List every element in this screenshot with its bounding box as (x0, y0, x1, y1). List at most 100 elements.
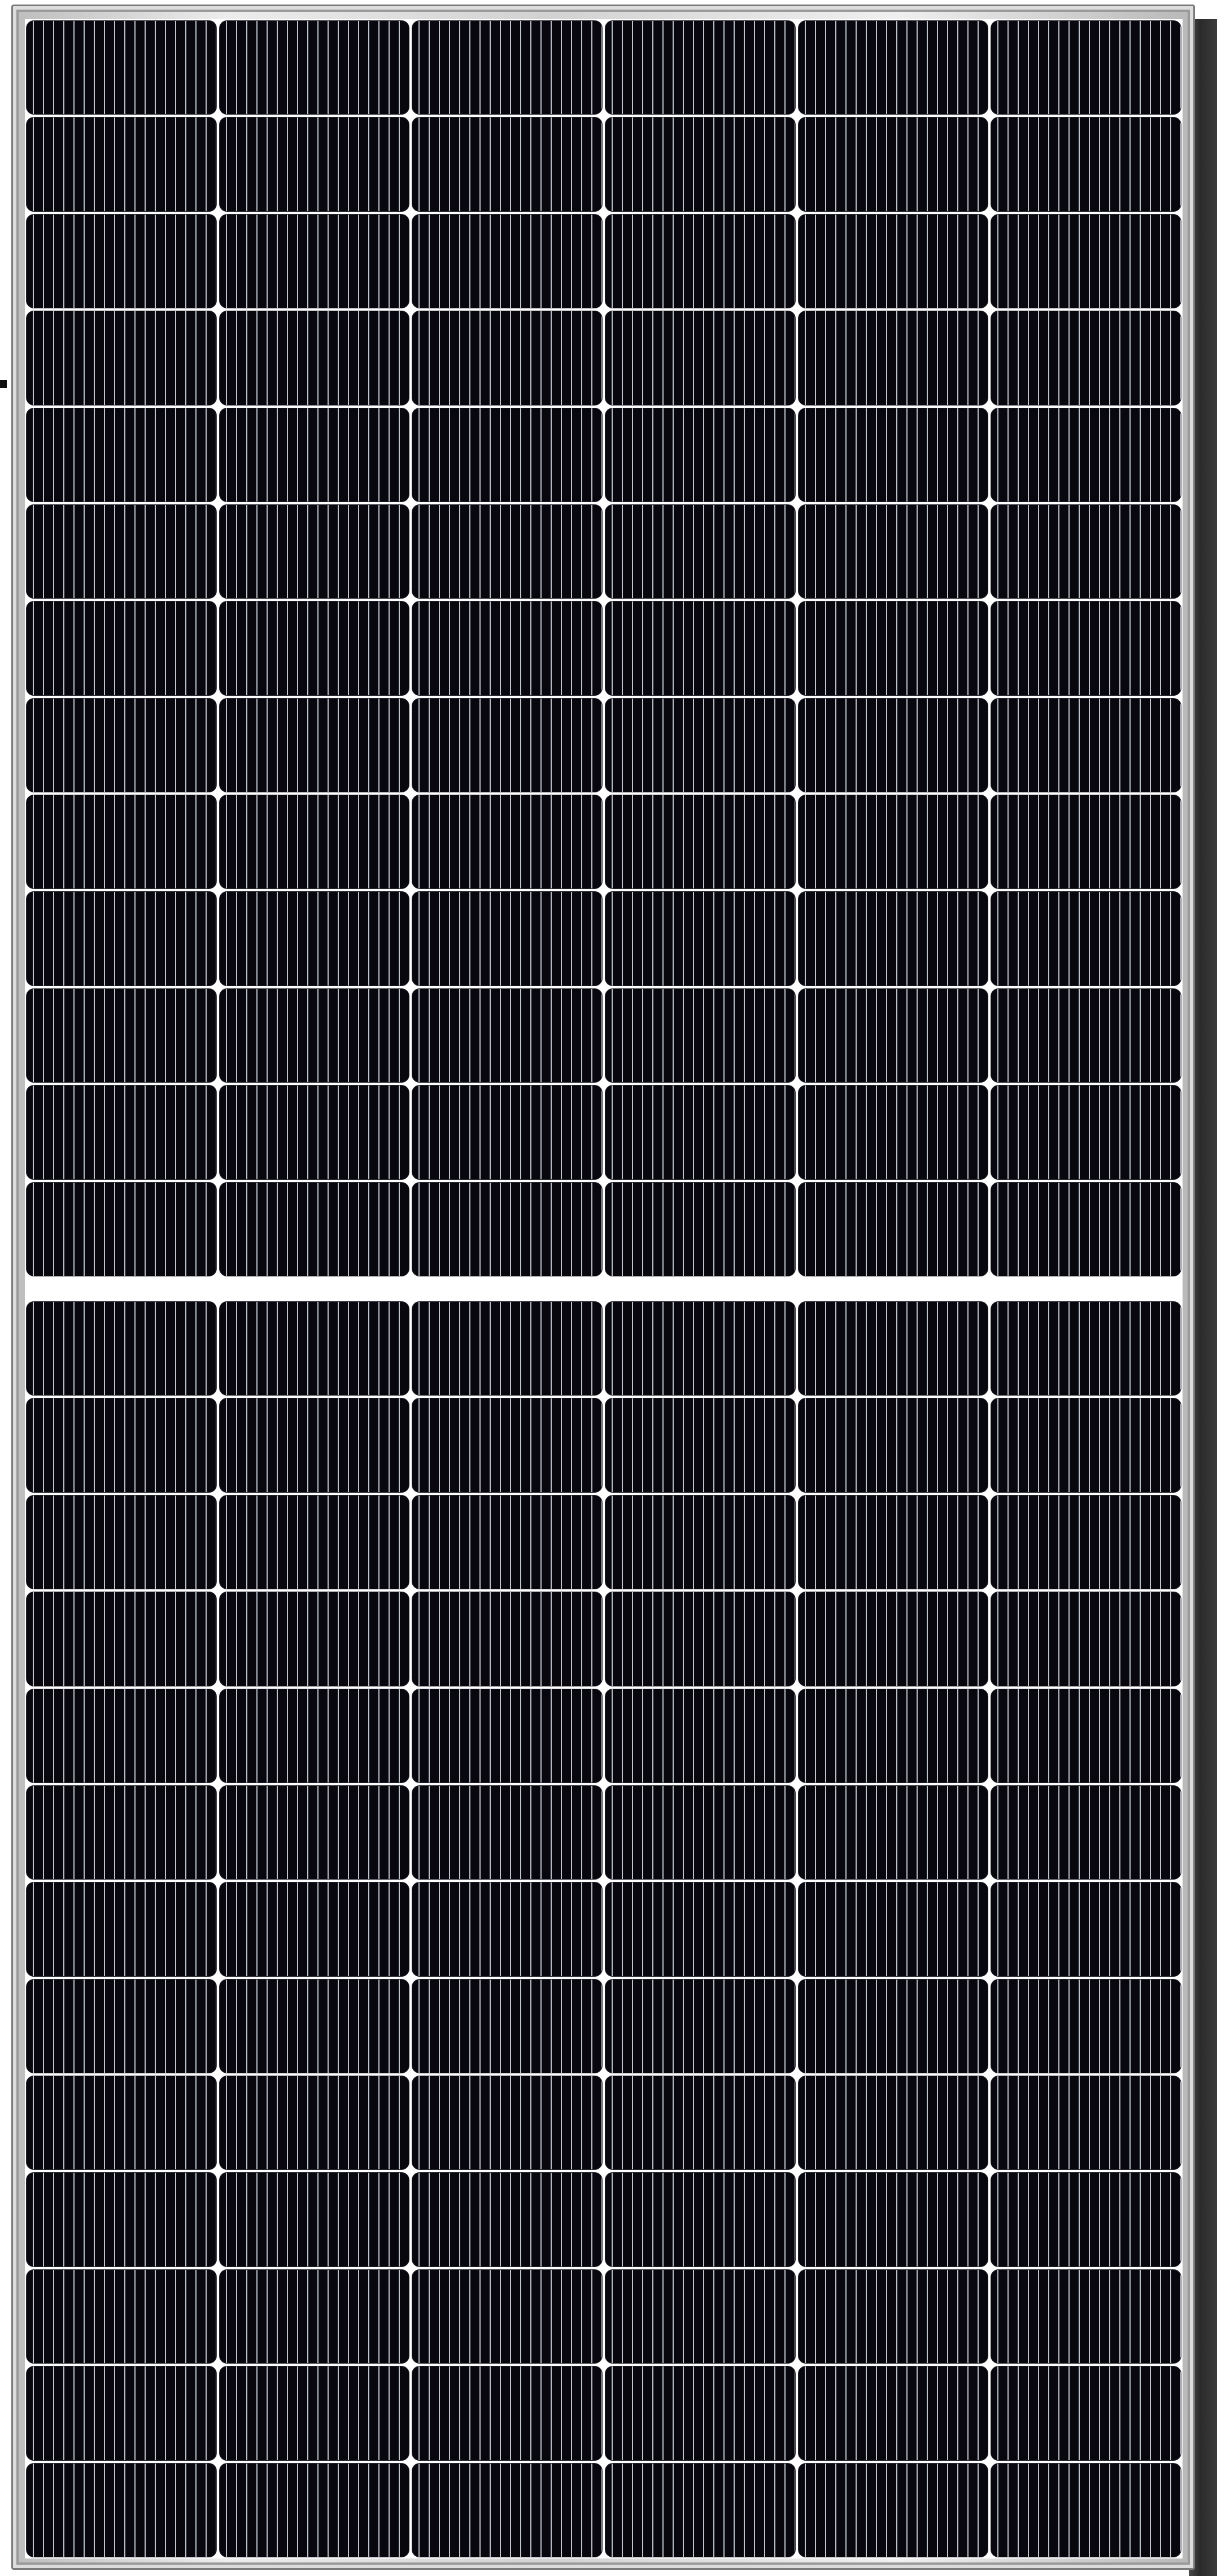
solar-cell (797, 2076, 989, 2170)
solar-cell (412, 1592, 603, 1686)
solar-cell (412, 1688, 603, 1783)
solar-cell (605, 1688, 796, 1783)
solar-cell (605, 117, 796, 212)
solar-cell (991, 1978, 1181, 2074)
solar-cell (991, 1688, 1181, 1783)
solar-cell (991, 1785, 1181, 1880)
solar-cell (26, 988, 217, 1083)
solar-cell (412, 1978, 603, 2074)
solar-cell (605, 2269, 796, 2364)
solar-cell (219, 1882, 410, 1977)
solar-cell (412, 1882, 603, 1977)
solar-panel-photo (0, 0, 1217, 2576)
solar-cell (797, 20, 989, 115)
solar-cell (26, 2172, 217, 2267)
solar-cell (797, 117, 989, 212)
solar-cell (26, 311, 217, 406)
solar-cell (219, 601, 410, 696)
solar-cell (412, 2076, 603, 2170)
solar-cell (797, 1398, 989, 1493)
solar-cell (26, 407, 217, 502)
solar-cell (219, 891, 410, 986)
solar-cell (219, 213, 410, 309)
solar-cell (219, 1398, 410, 1493)
solar-cell (991, 988, 1181, 1083)
solar-cell (797, 1085, 989, 1180)
solar-cell (797, 1978, 989, 2074)
solar-cell (605, 1301, 796, 1396)
solar-cell (26, 20, 217, 115)
solar-cell (991, 1182, 1181, 1276)
solar-cell (797, 504, 989, 599)
solar-cell (26, 1301, 217, 1396)
solar-cell (797, 891, 989, 986)
solar-cell (991, 1398, 1181, 1493)
solar-cell (219, 2172, 410, 2267)
solar-cell (991, 2366, 1181, 2461)
solar-cell (991, 504, 1181, 599)
solar-cell (991, 2172, 1181, 2267)
solar-cell (991, 407, 1181, 502)
solar-cell (219, 2462, 410, 2557)
solar-cell (991, 20, 1181, 115)
solar-cell (605, 601, 796, 696)
edge-mark (0, 380, 7, 388)
solar-cell (412, 698, 603, 793)
solar-cell (605, 2172, 796, 2267)
solar-cell (412, 407, 603, 502)
solar-cell (991, 1494, 1181, 1590)
solar-cell (605, 1182, 796, 1276)
solar-cell (219, 1301, 410, 1396)
solar-cell (412, 1398, 603, 1493)
solar-cell (605, 891, 796, 986)
solar-cell (991, 601, 1181, 696)
solar-cell (605, 988, 796, 1083)
solar-cell (219, 407, 410, 502)
solar-cell (991, 698, 1181, 793)
solar-cell (219, 1688, 410, 1783)
solar-cell (991, 795, 1181, 890)
solar-cell (219, 20, 410, 115)
solar-cell (412, 2462, 603, 2557)
solar-cell (991, 2269, 1181, 2364)
solar-cell (605, 1592, 796, 1686)
solar-cell (219, 1978, 410, 2074)
solar-cell (26, 1785, 217, 1880)
solar-cell (412, 2366, 603, 2461)
solar-cell (219, 1785, 410, 1880)
solar-cell (797, 1182, 989, 1276)
solar-cell (605, 2076, 796, 2170)
solar-cell (797, 311, 989, 406)
solar-cell (605, 20, 796, 115)
solar-cell (412, 504, 603, 599)
solar-cell (219, 988, 410, 1083)
solar-cell (26, 1592, 217, 1686)
solar-cell (605, 1398, 796, 1493)
solar-cell (797, 988, 989, 1083)
solar-cell (26, 1688, 217, 1783)
solar-cell (219, 1592, 410, 1686)
lower-half-cells (25, 1300, 1183, 2558)
solar-cell (26, 1494, 217, 1590)
solar-cell (26, 1085, 217, 1180)
solar-cell (991, 117, 1181, 212)
solar-cell (412, 1785, 603, 1880)
solar-cell (991, 213, 1181, 309)
solar-cell (991, 1085, 1181, 1180)
solar-cell (26, 601, 217, 696)
solar-cell (219, 1494, 410, 1590)
solar-cell (797, 2366, 989, 2461)
solar-cell (605, 407, 796, 502)
cell-area (25, 19, 1183, 2558)
solar-cell (605, 2366, 796, 2461)
solar-cell (26, 2366, 217, 2461)
solar-cell (797, 1301, 989, 1396)
solar-cell (26, 2462, 217, 2557)
solar-cell (26, 504, 217, 599)
solar-cell (605, 795, 796, 890)
solar-cell (412, 988, 603, 1083)
solar-cell (412, 1494, 603, 1590)
solar-cell (605, 1978, 796, 2074)
solar-cell (26, 2269, 217, 2364)
solar-cell (991, 1301, 1181, 1396)
